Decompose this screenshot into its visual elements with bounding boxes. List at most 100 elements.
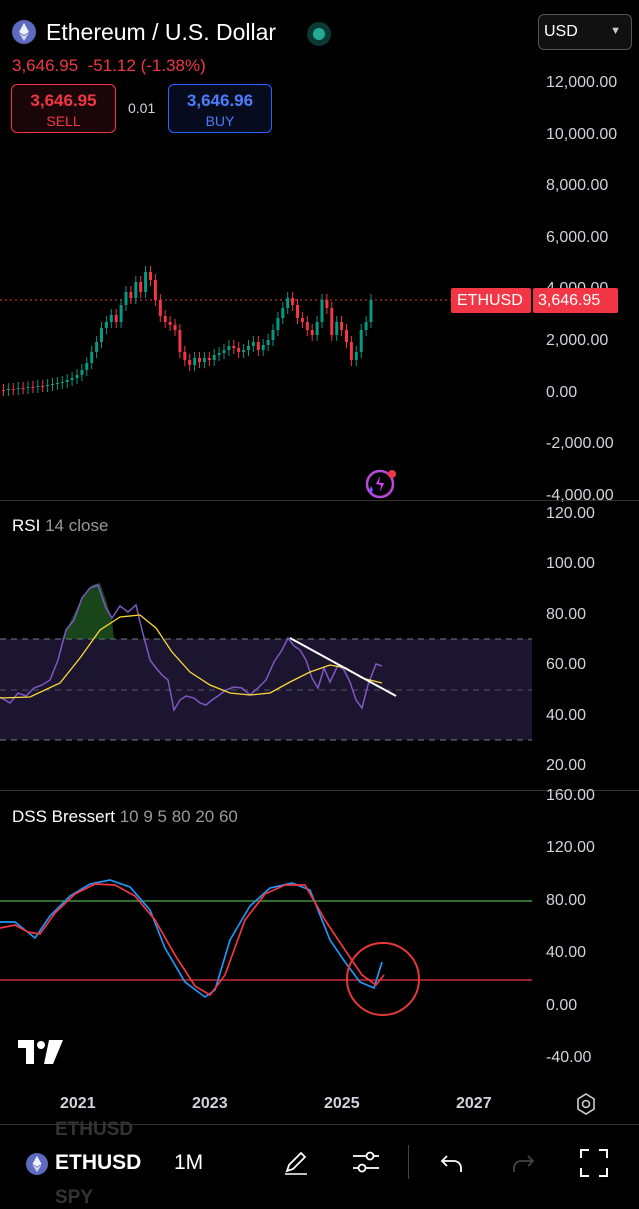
candle	[305, 322, 309, 330]
candle	[26, 387, 30, 388]
axis-label: 0.00	[546, 383, 578, 401]
axis-label: 120.00	[546, 505, 595, 522]
candle	[315, 322, 319, 335]
axis-label: 6,000.00	[546, 228, 609, 246]
candle	[168, 322, 172, 325]
candle	[247, 346, 250, 350]
candle	[325, 300, 329, 308]
ghost-symbol-below: SPY	[55, 1187, 94, 1208]
tradingview-logo-icon	[18, 1040, 64, 1064]
candle	[158, 300, 162, 316]
candle	[310, 330, 314, 335]
candle	[109, 315, 113, 322]
indicators-settings-icon[interactable]	[350, 1147, 382, 1177]
candle	[36, 386, 40, 387]
candle	[276, 318, 280, 330]
candle	[291, 298, 295, 305]
candle	[60, 382, 64, 383]
last-price-tag: 3,646.95	[533, 288, 618, 313]
candle	[16, 388, 20, 389]
axis-label: 120.00	[546, 839, 595, 857]
candle	[222, 350, 226, 353]
candle	[21, 388, 25, 389]
candle	[2, 390, 5, 391]
candle	[345, 330, 348, 342]
candle	[188, 360, 192, 365]
axis-label: -2,000.00	[546, 435, 614, 453]
chart-settings-icon[interactable]	[574, 1092, 598, 1116]
candle	[129, 292, 133, 298]
candle	[349, 342, 353, 360]
candle	[178, 330, 182, 352]
currency-value: USD	[544, 23, 578, 40]
axis-label: 0.00	[546, 996, 578, 1014]
candle	[85, 363, 89, 370]
toolbar-separator	[408, 1145, 409, 1179]
candle	[198, 358, 201, 362]
candle	[207, 358, 211, 360]
draw-tool-icon[interactable]	[281, 1147, 311, 1177]
fullscreen-icon[interactable]	[578, 1147, 610, 1179]
ghost-symbol-above: ETHUSD	[55, 1119, 134, 1140]
currency-select[interactable]: USD ▼	[538, 14, 632, 50]
candle	[202, 358, 206, 362]
candle	[242, 350, 246, 352]
candle	[271, 330, 275, 340]
undo-icon[interactable]	[438, 1149, 466, 1177]
axis-label: 12,000.00	[546, 74, 618, 91]
axis-label: 2,000.00	[546, 332, 609, 349]
candle	[51, 384, 54, 385]
candle	[256, 342, 260, 350]
candle	[95, 342, 99, 352]
candle	[100, 328, 103, 342]
candle	[134, 282, 138, 298]
candle	[320, 300, 324, 322]
axis-label: 100.00	[546, 555, 595, 573]
candle	[153, 280, 157, 300]
candle	[227, 346, 231, 350]
bottom-toolbar: ETHUSD SPY ETHUSD 1M	[0, 1119, 639, 1208]
axis-label: 60.00	[546, 656, 587, 674]
candle	[6, 389, 10, 390]
candle	[340, 322, 344, 330]
ethereum-logo-icon	[12, 20, 36, 44]
candle	[144, 272, 148, 292]
axis-label: 8,000.00	[546, 177, 609, 195]
axis-label: 40.00	[546, 944, 587, 962]
candle	[217, 353, 221, 355]
symbol-title[interactable]: Ethereum / U.S. Dollar	[46, 19, 276, 46]
time-axis-label: 2025	[324, 1095, 360, 1112]
ai-assistant-icon[interactable]	[364, 466, 398, 500]
candle	[124, 292, 128, 305]
candle	[237, 348, 241, 352]
candle	[80, 370, 84, 375]
ethereum-small-icon	[26, 1153, 48, 1175]
candle	[173, 325, 177, 330]
candle	[114, 315, 118, 322]
candle	[296, 305, 299, 318]
market-status-icon[interactable]	[307, 22, 331, 46]
candle	[41, 386, 45, 387]
candle	[11, 389, 15, 390]
time-axis-label: 2021	[60, 1095, 96, 1112]
price-pane[interactable]	[0, 60, 639, 500]
candle	[212, 355, 216, 360]
chevron-down-icon: ▼	[610, 25, 621, 37]
candle	[104, 322, 108, 328]
axis-label: 160.00	[546, 787, 595, 804]
toolbar-symbol: ETHUSD	[55, 1151, 142, 1174]
axis-label: 10,000.00	[546, 125, 618, 143]
redo-icon[interactable]	[509, 1149, 537, 1177]
symbol-search-button[interactable]: ETHUSD	[22, 1151, 162, 1179]
candle	[369, 300, 373, 322]
candle	[149, 272, 152, 280]
candlestick-series	[2, 266, 373, 396]
interval-button[interactable]: 1M	[174, 1151, 203, 1175]
candle	[251, 342, 255, 346]
candle	[139, 282, 143, 292]
dss-pane[interactable]	[0, 790, 639, 1090]
rsi-pane[interactable]	[0, 500, 639, 790]
candle	[354, 352, 358, 360]
candle	[261, 345, 265, 350]
axis-label: 20.00	[546, 757, 587, 774]
